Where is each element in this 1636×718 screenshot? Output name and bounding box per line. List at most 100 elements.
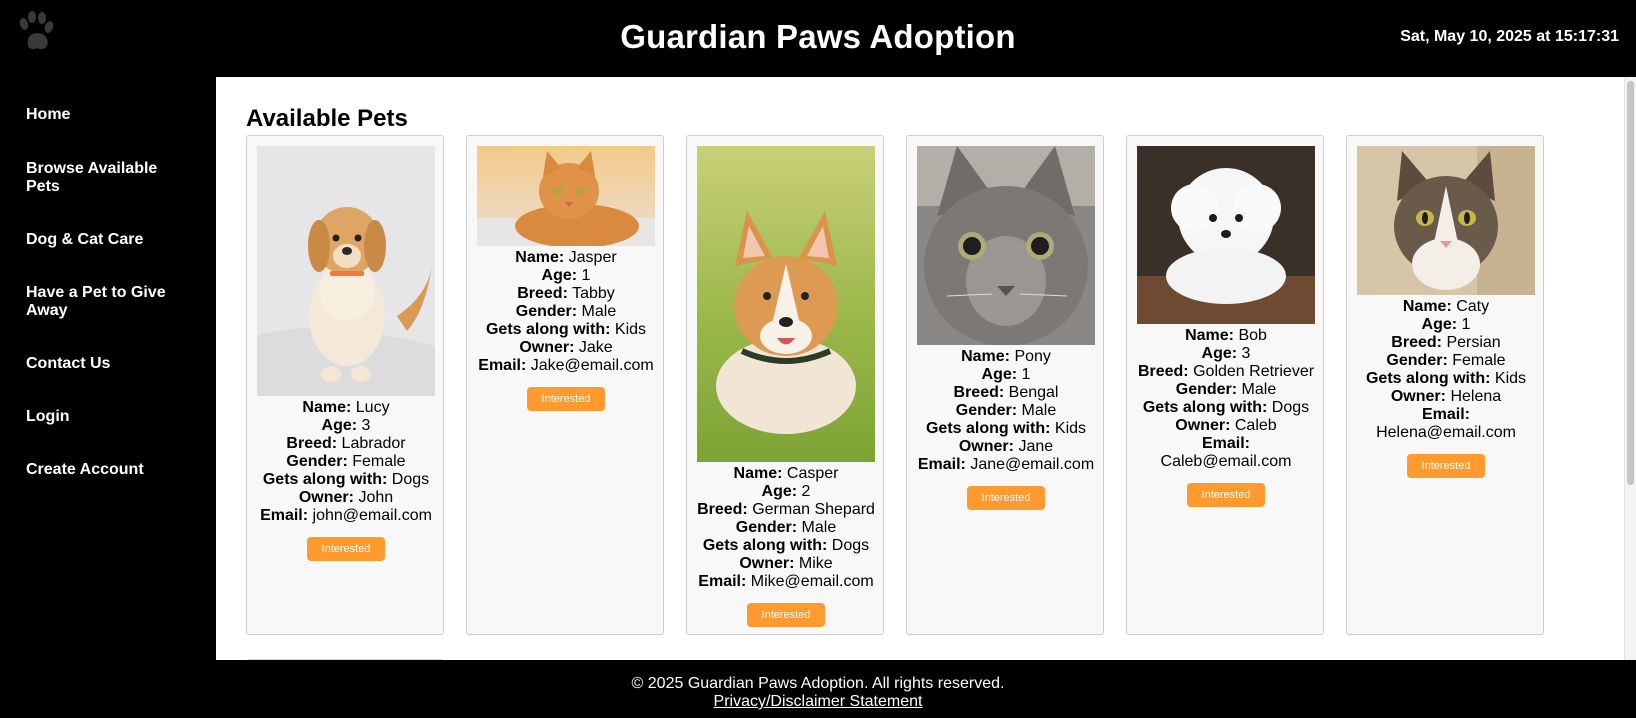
pet-gender: Male [581, 303, 617, 320]
nav-give-away-pet[interactable]: Have a Pet to Give Away [26, 284, 176, 320]
pet-card: Name: Jasper Age: 1 Breed: Tabby Gender:… [466, 135, 664, 635]
pet-age: 3 [1241, 345, 1251, 362]
interested-button[interactable]: Interested [747, 603, 825, 627]
label-age: Age: [1201, 345, 1238, 362]
copyright-text: © 2025 Guardian Paws Adoption. All right… [631, 675, 1005, 692]
pet-gets-along: Kids [614, 321, 647, 338]
label-email: Email: [917, 456, 966, 473]
label-gender: Gender: [1175, 381, 1238, 398]
pet-email: Jake@email.com [530, 357, 654, 374]
pet-photo [1357, 146, 1535, 295]
label-owner: Owner: [298, 489, 354, 506]
pet-name: Caty [1456, 298, 1490, 315]
nav-browse-available-pets[interactable]: Browse Available Pets [26, 160, 176, 196]
pet-info: Name: Pony Age: 1 Breed: Bengal Gender: … [907, 348, 1105, 510]
pet-name: Casper [786, 465, 839, 482]
vertical-scrollbar[interactable] [1624, 77, 1636, 660]
label-gets-along: Gets along with: [1365, 370, 1491, 387]
label-name: Name: [1402, 298, 1452, 315]
label-gender: Gender: [735, 519, 798, 536]
label-owner: Owner: [1390, 388, 1446, 405]
pet-owner: Jake [578, 339, 613, 356]
pet-breed: Labrador [341, 435, 406, 452]
pet-age: 1 [581, 267, 591, 284]
pet-photo [477, 146, 655, 246]
pet-owner: John [358, 489, 394, 506]
label-breed: Breed: [517, 285, 568, 302]
pet-breed: Golden Retriever [1193, 363, 1315, 380]
label-name: Name: [1185, 327, 1234, 344]
interested-button[interactable]: Interested [967, 486, 1045, 510]
nav-create-account[interactable]: Create Account [26, 461, 176, 479]
pet-breed: Tabby [572, 285, 615, 302]
pet-gender: Male [801, 519, 837, 536]
label-age: Age: [981, 366, 1018, 383]
pet-email: Caleb@email.com [1160, 453, 1292, 470]
pet-photo [1137, 146, 1315, 324]
label-name: Name: [961, 348, 1010, 365]
interested-button[interactable]: Interested [307, 537, 385, 561]
pet-gets-along: Dogs [831, 537, 870, 554]
label-breed: Breed: [286, 435, 338, 452]
pet-gets-along: Dogs [1271, 399, 1310, 416]
interested-button[interactable]: Interested [1187, 483, 1265, 507]
pet-info: Name: Casper Age: 2 Breed: German Shepar… [687, 465, 885, 627]
label-gets-along: Gets along with: [262, 471, 388, 488]
pet-age: 2 [801, 483, 811, 500]
pet-gets-along: Kids [1494, 370, 1527, 387]
privacy-disclaimer-link[interactable]: Privacy/Disclaimer Statement [714, 693, 923, 710]
pet-breed: Persian [1446, 334, 1501, 351]
interested-button[interactable]: Interested [1407, 454, 1485, 478]
label-email: Email: [1421, 406, 1470, 423]
pet-owner: Mike [798, 555, 833, 572]
pet-info: Name: Jasper Age: 1 Breed: Tabby Gender:… [467, 249, 665, 411]
label-age: Age: [1421, 316, 1458, 333]
label-gender: Gender: [955, 402, 1018, 419]
interested-button[interactable]: Interested [527, 387, 605, 411]
label-name: Name: [515, 249, 565, 266]
label-name: Name: [733, 465, 783, 482]
label-age: Age: [321, 417, 358, 434]
pet-card: Name: Casper Age: 2 Breed: German Shepar… [686, 135, 884, 635]
pet-photo [257, 146, 435, 396]
nav-contact-us[interactable]: Contact Us [26, 355, 176, 373]
label-email: Email: [478, 357, 527, 374]
pet-name: Jasper [568, 249, 617, 266]
pet-card: Name: Caty Age: 1 Breed: Persian Gender:… [1346, 135, 1544, 635]
nav-dog-cat-care[interactable]: Dog & Cat Care [26, 231, 176, 249]
pet-name: Bob [1238, 327, 1267, 344]
label-breed: Breed: [697, 501, 748, 518]
label-gets-along: Gets along with: [702, 537, 828, 554]
label-gender: Gender: [515, 303, 578, 320]
pet-card: Name: Lucy Age: 3 Breed: Labrador Gender… [246, 135, 444, 635]
pet-photo [697, 146, 875, 462]
label-owner: Owner: [1175, 417, 1231, 434]
nav-home[interactable]: Home [26, 106, 176, 124]
label-gets-along: Gets along with: [485, 321, 611, 338]
pet-photo [917, 146, 1095, 345]
label-age: Age: [761, 483, 798, 500]
nav-login[interactable]: Login [26, 408, 176, 426]
pet-owner: Caleb [1234, 417, 1277, 434]
pet-info: Name: Lucy Age: 3 Breed: Labrador Gender… [247, 399, 445, 561]
pet-card: Name: Pony Age: 1 Breed: Bengal Gender: … [906, 135, 1104, 635]
label-owner: Owner: [958, 438, 1014, 455]
label-email: Email: [698, 573, 747, 590]
scrollbar-thumb[interactable] [1627, 81, 1634, 485]
pet-age: 1 [1021, 366, 1031, 383]
pet-name: Lucy [355, 399, 390, 416]
pet-owner: Helena [1450, 388, 1502, 405]
label-gender: Gender: [1386, 352, 1448, 369]
label-gender: Gender: [286, 453, 348, 470]
label-breed: Breed: [1137, 363, 1189, 380]
label-owner: Owner: [519, 339, 575, 356]
label-owner: Owner: [739, 555, 795, 572]
pet-owner: Jane [1018, 438, 1054, 455]
pet-gets-along: Dogs [391, 471, 430, 488]
pet-gender: Female [1452, 352, 1506, 369]
label-breed: Breed: [1391, 334, 1442, 351]
pet-email: john@email.com [312, 507, 432, 524]
pet-gender: Male [1021, 402, 1057, 419]
pet-email: Mike@email.com [750, 573, 874, 590]
pet-email: Helena@email.com [1376, 424, 1516, 441]
